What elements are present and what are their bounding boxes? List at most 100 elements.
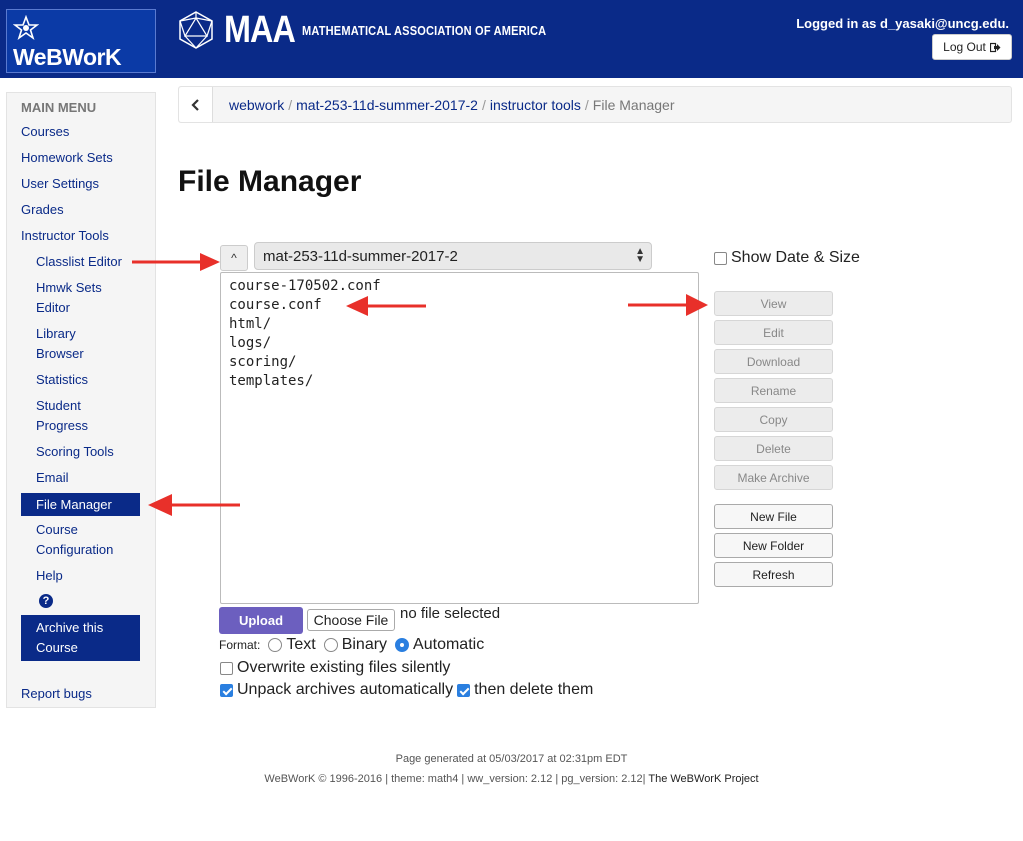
annotation-arrow-right-icon bbox=[628, 294, 708, 316]
file-item[interactable]: templates/ bbox=[229, 372, 690, 391]
logout-label: Log Out bbox=[943, 40, 986, 54]
select-arrows-icon: ▲ ▼ bbox=[635, 246, 645, 265]
sidebar-item-instructor-tools[interactable]: Instructor Tools bbox=[21, 226, 109, 246]
footer-copyright: WeBWorK © 1996-2016 | theme: math4 | ww_… bbox=[0, 773, 1023, 785]
logout-button[interactable]: Log Out bbox=[932, 34, 1012, 60]
copy-button[interactable]: Copy bbox=[714, 407, 833, 432]
show-date-size-option[interactable]: Show Date & Size bbox=[714, 249, 860, 267]
sidebar-item-student-progress-2[interactable]: Progress bbox=[36, 416, 88, 436]
breadcrumb-course[interactable]: mat-253-11d-summer-2017-2 bbox=[296, 97, 478, 113]
archive-course-button[interactable]: Archive this Course bbox=[21, 615, 140, 661]
login-status: Logged in as d_yasaki@uncg.edu. bbox=[796, 16, 1009, 31]
file-item[interactable]: scoring/ bbox=[229, 353, 690, 372]
unpack-option[interactable]: Unpack archives automatically then delet… bbox=[220, 681, 593, 699]
format-binary-label: Binary bbox=[341, 636, 388, 653]
file-item[interactable]: html/ bbox=[229, 315, 690, 334]
unpack-checkbox[interactable] bbox=[220, 683, 233, 697]
sidebar-item-report-bugs[interactable]: Report bugs bbox=[21, 684, 92, 704]
overwrite-option[interactable]: Overwrite existing files silently bbox=[220, 659, 450, 677]
sidebar-item-file-manager[interactable]: File Manager bbox=[21, 493, 140, 516]
sidebar-item-course-configuration-1[interactable]: Course bbox=[36, 520, 78, 540]
breadcrumb-separator: / bbox=[288, 97, 293, 113]
footer-project-link[interactable]: The WeBWorK Project bbox=[648, 773, 758, 785]
back-button[interactable] bbox=[179, 87, 213, 122]
footer-copyright-text: WeBWorK © 1996-2016 | theme: math4 | ww_… bbox=[264, 773, 646, 785]
top-header: WeBWorK MAA MATHEMATICAL ASSOCIATION OF … bbox=[0, 0, 1023, 78]
new-folder-button[interactable]: New Folder bbox=[714, 533, 833, 558]
footer-generated: Page generated at 05/03/2017 at 02:31pm … bbox=[395, 753, 628, 765]
format-text-radio[interactable] bbox=[268, 638, 283, 652]
sidebar-item-student-progress-1[interactable]: Student bbox=[36, 396, 81, 416]
rename-button[interactable]: Rename bbox=[714, 378, 833, 403]
breadcrumb-separator: / bbox=[584, 97, 589, 113]
unpack-label: Unpack archives automatically bbox=[237, 681, 454, 698]
sidebar-item-statistics[interactable]: Statistics bbox=[36, 370, 88, 390]
make-archive-button[interactable]: Make Archive bbox=[714, 465, 833, 490]
sidebar-item-library-browser-1[interactable]: Library bbox=[36, 324, 76, 344]
refresh-button[interactable]: Refresh bbox=[714, 562, 833, 587]
download-button[interactable]: Download bbox=[714, 349, 833, 374]
sidebar-item-hmwk-sets-editor-1[interactable]: Hmwk Sets bbox=[36, 278, 102, 298]
maa-title: MAA bbox=[224, 8, 296, 51]
annotation-arrow-left-icon bbox=[148, 494, 240, 516]
delete-archives-checkbox[interactable] bbox=[457, 683, 471, 697]
logout-icon bbox=[989, 42, 1001, 52]
sidebar-item-hmwk-sets-editor-2[interactable]: Editor bbox=[36, 298, 70, 318]
archive-course-label-1: Archive this bbox=[36, 620, 104, 635]
breadcrumb-instructor-tools[interactable]: instructor tools bbox=[490, 97, 581, 113]
sidebar-item-courses[interactable]: Courses bbox=[21, 122, 69, 142]
sidebar-item-course-configuration-2[interactable]: Configuration bbox=[36, 540, 113, 560]
choose-file-button[interactable]: Choose File bbox=[307, 609, 395, 631]
sidebar-item-user-settings[interactable]: User Settings bbox=[21, 174, 99, 194]
sidebar-item-library-browser-2[interactable]: Browser bbox=[36, 344, 84, 364]
chevron-left-icon bbox=[190, 98, 199, 111]
overwrite-checkbox[interactable] bbox=[220, 661, 233, 675]
upload-button[interactable]: Upload bbox=[219, 607, 303, 634]
maa-icosahedron-icon bbox=[179, 11, 213, 49]
delete-archives-label: then delete them bbox=[474, 681, 594, 698]
no-file-selected-text: no file selected bbox=[400, 605, 501, 622]
file-item[interactable]: course-170502.conf bbox=[229, 277, 690, 296]
archive-course-label-2: Course bbox=[36, 640, 78, 655]
sidebar-item-help[interactable]: Help bbox=[36, 566, 63, 586]
main-menu-title: MAIN MENU bbox=[21, 100, 97, 115]
sidebar-item-grades[interactable]: Grades bbox=[21, 200, 64, 220]
maa-logo[interactable]: MAA MATHEMATICAL ASSOCIATION OF AMERICA bbox=[176, 8, 589, 51]
breadcrumb-separator: / bbox=[481, 97, 486, 113]
page-title: File Manager bbox=[178, 165, 362, 198]
directory-select-value: mat-253-11d-summer-2017-2 bbox=[263, 248, 458, 265]
breadcrumb: webwork / mat-253-11d-summer-2017-2/instru… bbox=[178, 86, 1012, 123]
new-file-button[interactable]: New File bbox=[714, 504, 833, 529]
help-question-icon[interactable]: ? bbox=[39, 594, 53, 608]
file-list[interactable]: course-170502.conf course.conf html/ log… bbox=[220, 272, 699, 604]
view-button[interactable]: View bbox=[714, 291, 833, 316]
format-automatic-radio[interactable] bbox=[395, 638, 410, 652]
breadcrumb-webwork[interactable]: webwork bbox=[229, 97, 284, 113]
webwork-logo[interactable]: WeBWorK bbox=[6, 9, 156, 73]
file-item[interactable]: logs/ bbox=[229, 334, 690, 353]
file-item[interactable]: course.conf bbox=[229, 296, 690, 315]
overwrite-label: Overwrite existing files silently bbox=[237, 659, 451, 676]
show-date-size-label: Show Date & Size bbox=[731, 249, 860, 266]
parent-directory-button[interactable]: ^ bbox=[220, 245, 248, 271]
sidebar-item-homework-sets[interactable]: Homework Sets bbox=[21, 148, 113, 168]
format-text-label: Text bbox=[286, 636, 316, 653]
delete-button[interactable]: Delete bbox=[714, 436, 833, 461]
webwork-logo-text: WeBWorK bbox=[13, 44, 122, 70]
annotation-arrow-left-icon bbox=[346, 296, 426, 316]
annotation-arrow-right-icon bbox=[132, 253, 220, 271]
format-label: Format: bbox=[219, 638, 261, 652]
format-options: Format: Text Binary Automatic bbox=[219, 636, 484, 654]
format-binary-radio[interactable] bbox=[323, 638, 338, 652]
maa-subtitle: MATHEMATICAL ASSOCIATION OF AMERICA bbox=[301, 22, 546, 38]
directory-select[interactable]: mat-253-11d-summer-2017-2 ▲ ▼ bbox=[254, 242, 652, 270]
sidebar-item-scoring-tools[interactable]: Scoring Tools bbox=[36, 442, 114, 462]
webwork-star-icon bbox=[13, 15, 39, 41]
breadcrumb-current: File Manager bbox=[592, 97, 675, 113]
show-date-size-checkbox[interactable] bbox=[714, 251, 727, 265]
format-automatic-label: Automatic bbox=[413, 636, 485, 653]
sidebar-main-menu: MAIN MENU Courses Homework Sets User Set… bbox=[6, 92, 156, 708]
sidebar-item-email[interactable]: Email bbox=[36, 468, 69, 488]
edit-button[interactable]: Edit bbox=[714, 320, 833, 345]
sidebar-item-classlist-editor[interactable]: Classlist Editor bbox=[36, 252, 122, 272]
